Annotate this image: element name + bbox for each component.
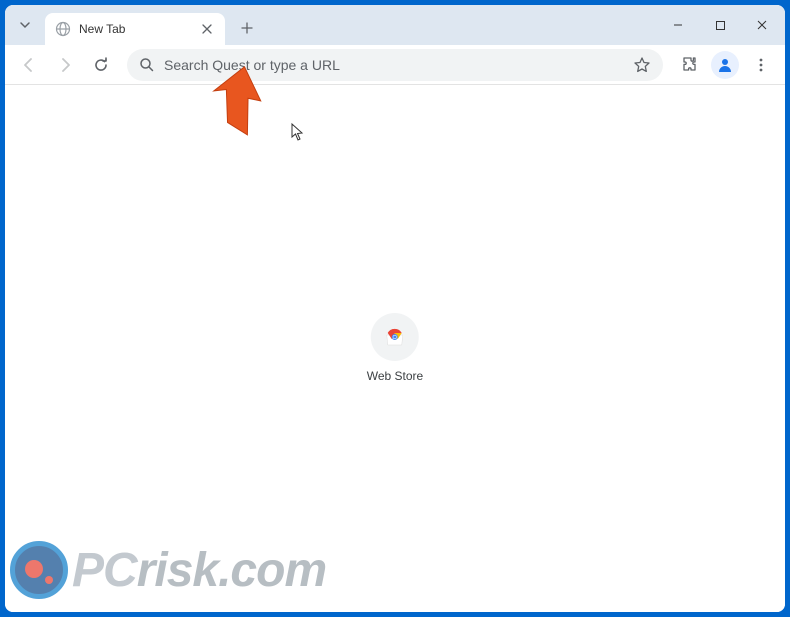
page-content: Web Store	[5, 85, 785, 612]
plus-icon	[241, 22, 253, 34]
arrow-left-icon	[20, 56, 38, 74]
tab-close-button[interactable]	[199, 21, 215, 37]
shortcut-label: Web Store	[367, 369, 423, 383]
bookmark-button[interactable]	[633, 56, 651, 74]
close-icon	[756, 19, 768, 31]
tab-new-tab[interactable]: New Tab	[45, 13, 225, 45]
minimize-button[interactable]	[661, 11, 695, 39]
minimize-icon	[672, 19, 684, 31]
search-icon	[139, 57, 154, 72]
reload-icon	[92, 56, 110, 74]
web-store-icon	[383, 325, 407, 349]
profile-button[interactable]	[711, 51, 739, 79]
maximize-button[interactable]	[703, 11, 737, 39]
globe-icon	[55, 21, 71, 37]
titlebar: New Tab	[5, 5, 785, 45]
shortcut-icon-circle	[371, 313, 419, 361]
back-button[interactable]	[13, 49, 45, 81]
puzzle-icon	[681, 56, 698, 73]
shortcut-web-store[interactable]: Web Store	[367, 313, 423, 383]
forward-button[interactable]	[49, 49, 81, 81]
new-tab-button[interactable]	[233, 14, 261, 42]
address-input[interactable]	[164, 57, 633, 73]
star-icon	[633, 56, 651, 74]
chevron-down-icon	[19, 19, 31, 31]
window-controls	[661, 11, 779, 39]
arrow-right-icon	[56, 56, 74, 74]
kebab-icon	[753, 57, 769, 73]
browser-window: New Tab	[5, 5, 785, 612]
close-window-button[interactable]	[745, 11, 779, 39]
omnibox[interactable]	[127, 49, 663, 81]
extensions-button[interactable]	[673, 49, 705, 81]
tab-search-dropdown[interactable]	[11, 11, 39, 39]
close-icon	[202, 24, 212, 34]
toolbar	[5, 45, 785, 85]
reload-button[interactable]	[85, 49, 117, 81]
maximize-icon	[715, 20, 726, 31]
person-icon	[716, 56, 734, 74]
menu-button[interactable]	[745, 49, 777, 81]
tab-title: New Tab	[79, 22, 199, 36]
